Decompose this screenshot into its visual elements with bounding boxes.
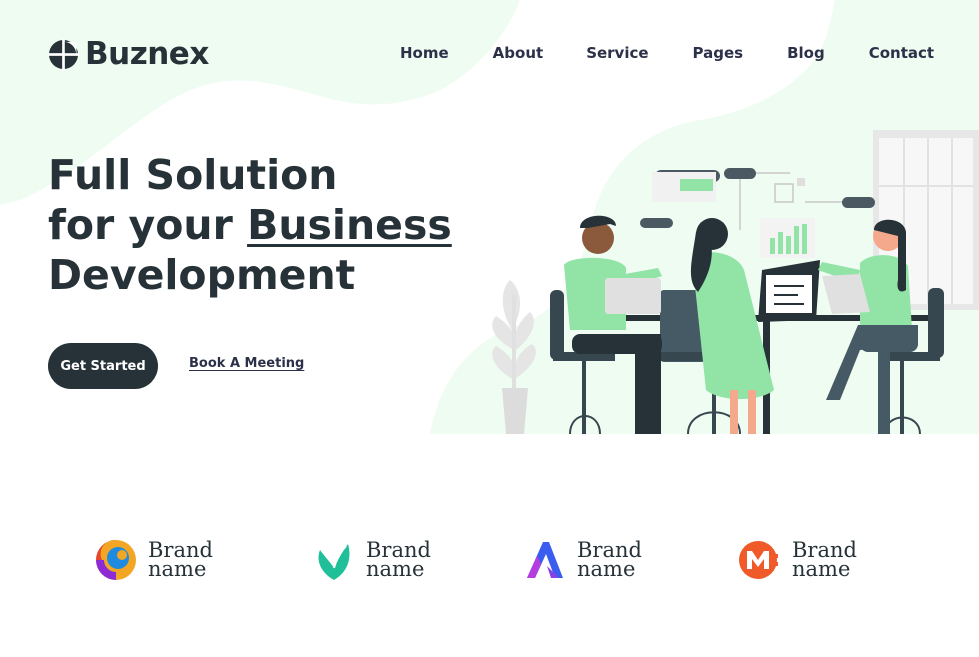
orb-logo-icon xyxy=(96,539,136,580)
headline-accent-word: Business xyxy=(247,201,452,249)
hero-headline: Full Solution for your Business Developm… xyxy=(48,150,452,300)
partner-brand-2-name: Brand name xyxy=(366,538,431,581)
brand-logo[interactable]: Buznex xyxy=(48,36,209,72)
letter-m-logo-icon xyxy=(739,541,778,579)
book-meeting-link[interactable]: Book A Meeting xyxy=(189,356,304,371)
team-meeting-illustration xyxy=(492,130,979,434)
nav-contact[interactable]: Contact xyxy=(869,44,934,62)
partner-brand-3[interactable]: Brand name xyxy=(523,538,642,582)
leaf-logo-icon xyxy=(318,544,350,580)
partner-brand-4[interactable]: Brand name xyxy=(738,538,857,582)
partner-brands: Brand name Brand name Brand name Brand n… xyxy=(0,530,979,590)
buznex-logo-icon xyxy=(48,38,79,70)
partner-brand-1[interactable]: Brand name xyxy=(94,538,213,582)
hero-section: Buznex Home About Service Pages Blog Con… xyxy=(0,0,979,434)
partner-brand-3-name: Brand name xyxy=(577,538,642,581)
nav-service[interactable]: Service xyxy=(586,44,648,62)
nav-pages[interactable]: Pages xyxy=(693,44,744,62)
headline-line-1: Full Solution xyxy=(48,151,338,199)
headline-line-2-prefix: for your xyxy=(48,201,248,249)
partner-brand-2[interactable]: Brand name xyxy=(312,538,431,582)
nav-blog[interactable]: Blog xyxy=(787,44,825,62)
nav-about[interactable]: About xyxy=(493,44,544,62)
floating-dashboard-graphics xyxy=(640,168,875,258)
get-started-button[interactable]: Get Started xyxy=(48,343,158,389)
partner-brand-4-name: Brand name xyxy=(792,538,857,581)
plant-graphic xyxy=(492,280,536,434)
main-navigation: Home About Service Pages Blog Contact xyxy=(400,44,934,62)
partner-brand-1-name: Brand name xyxy=(148,538,213,581)
person-left xyxy=(564,215,662,434)
brand-name: Buznex xyxy=(85,36,209,72)
headline-line-3: Development xyxy=(48,251,356,299)
nav-home[interactable]: Home xyxy=(400,44,449,62)
letter-a-logo-icon xyxy=(527,542,563,578)
